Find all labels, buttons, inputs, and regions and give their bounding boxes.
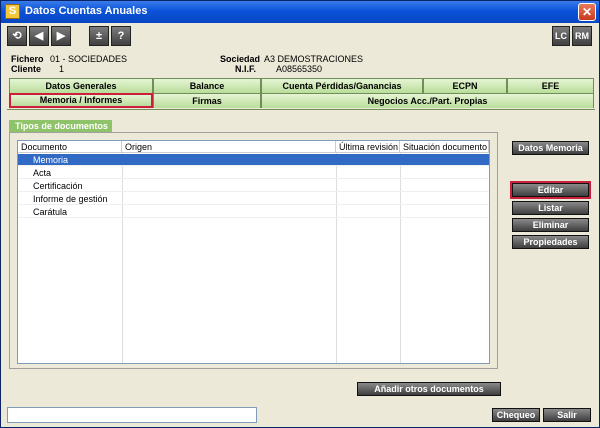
table-row[interactable]: Acta xyxy=(18,167,489,179)
cliente-label: Cliente xyxy=(11,64,42,74)
fichero-label: Fichero xyxy=(11,54,44,64)
next-icon[interactable]: ▶ xyxy=(51,26,71,46)
app-icon: S xyxy=(5,4,20,19)
row-documento: Certificación xyxy=(33,181,83,191)
lc-button[interactable]: LC xyxy=(552,26,570,46)
anadir-otros-documentos-button[interactable]: Añadir otros documentos xyxy=(357,382,501,396)
rm-button[interactable]: RM xyxy=(572,26,592,46)
sociedad-value: A3 DEMOSTRACIONES xyxy=(264,54,364,64)
prev-icon[interactable]: ◀ xyxy=(29,26,49,46)
row-documento: Carátula xyxy=(33,207,68,217)
chequeo-button[interactable]: Chequeo xyxy=(492,408,540,422)
table-row[interactable]: Informe de gestión xyxy=(18,193,489,205)
table-row[interactable]: Carátula xyxy=(18,206,489,218)
header-origen[interactable]: Origen xyxy=(122,141,336,153)
tab-firmas[interactable]: Firmas xyxy=(153,93,261,108)
salir-button[interactable]: Salir xyxy=(543,408,591,422)
tab-datos-generales[interactable]: Datos Generales xyxy=(9,78,153,93)
nif-label: N.I.F. xyxy=(235,64,257,74)
eliminar-button[interactable]: Eliminar xyxy=(512,218,589,232)
plus-minus-button[interactable]: ± xyxy=(89,26,109,46)
tab-panel-border xyxy=(7,109,595,110)
nif-value: A08565350 xyxy=(276,64,323,74)
tab-balance[interactable]: Balance xyxy=(153,78,261,93)
header-situacion-documento[interactable]: Situación documento xyxy=(400,141,489,153)
documents-table: Documento Origen Última revisión Situaci… xyxy=(17,140,490,364)
row-documento: Informe de gestión xyxy=(33,194,108,204)
tab-negocios-acc[interactable]: Negocios Acc./Part. Propias xyxy=(261,93,594,108)
tab-memoria-informes[interactable]: Memoria / Informes xyxy=(9,93,153,108)
refresh-icon[interactable]: ⟲ xyxy=(7,26,27,46)
fichero-value: 01 - SOCIEDADES xyxy=(50,54,128,64)
header-ultima-revision[interactable]: Última revisión xyxy=(336,141,400,153)
datos-cuentas-anuales-window: S Datos Cuentas Anuales ✕ ⟲ ◀ ▶ ± ? LC R… xyxy=(0,0,600,428)
datos-memoria-button[interactable]: Datos Memoria xyxy=(512,141,589,155)
close-button[interactable]: ✕ xyxy=(578,3,596,21)
tab-cuenta-perdidas-ganancias[interactable]: Cuenta Pérdidas/Ganancias xyxy=(261,78,423,93)
propiedades-button[interactable]: Propiedades xyxy=(512,235,589,249)
tab-ecpn[interactable]: ECPN xyxy=(423,78,507,93)
window-title: Datos Cuentas Anuales xyxy=(25,5,148,17)
cliente-value: 1 xyxy=(59,64,65,74)
sociedad-label: Sociedad xyxy=(220,54,261,64)
help-button[interactable]: ? xyxy=(111,26,131,46)
title-bar: S Datos Cuentas Anuales ✕ xyxy=(1,1,599,23)
tab-efe[interactable]: EFE xyxy=(507,78,594,93)
listar-button[interactable]: Listar xyxy=(512,201,589,215)
row-documento: Acta xyxy=(33,168,52,178)
editar-button[interactable]: Editar xyxy=(510,181,591,199)
toolbar: ⟲ ◀ ▶ ± ? LC RM xyxy=(1,23,599,47)
status-field xyxy=(7,407,257,423)
header-documento[interactable]: Documento xyxy=(18,141,122,153)
table-row[interactable]: Memoria xyxy=(18,154,489,166)
table-row[interactable]: Certificación xyxy=(18,180,489,192)
section-title: Tipos de documentos xyxy=(9,120,112,132)
row-documento: Memoria xyxy=(33,155,69,165)
